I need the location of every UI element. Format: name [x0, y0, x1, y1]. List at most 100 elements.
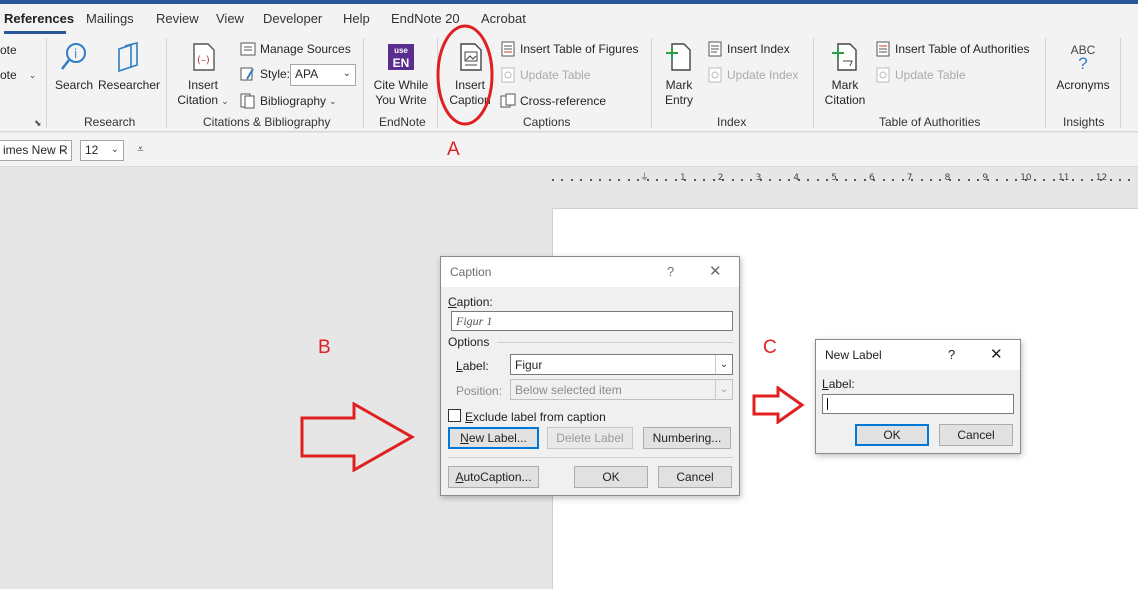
delete-label-button[interactable]: Delete Label	[547, 427, 633, 449]
caption-cancel-button[interactable]: Cancel	[658, 466, 732, 488]
group-label-insights: Insights	[1063, 115, 1105, 129]
manage-sources-icon	[240, 41, 256, 57]
bibliography-icon	[240, 93, 256, 109]
search-label: Search	[54, 78, 94, 92]
ruler-number: 7	[906, 173, 913, 183]
partial-button-top[interactable]: ote	[0, 41, 17, 59]
group-divider	[1045, 38, 1046, 128]
mark-citation-label-1: Mark	[831, 78, 859, 92]
mark-citation-button[interactable]: Mark Citation	[820, 40, 870, 108]
caption-text-input[interactable]: Figur 1	[451, 311, 733, 331]
ruler-tick	[882, 179, 885, 181]
acronyms-button[interactable]: ABC ? Acronyms	[1052, 40, 1114, 93]
manage-sources-label: Manage Sources	[260, 42, 351, 56]
indent-marker-icon[interactable]: ⏚	[640, 170, 649, 183]
ruler-tick	[674, 179, 677, 181]
exclude-label-checkbox[interactable]	[448, 409, 461, 422]
ruler-number: 10	[1020, 173, 1032, 183]
chevron-down-icon: ⌄	[329, 95, 337, 106]
insert-citation-button[interactable]: (–) Insert Citation ⌄	[172, 40, 234, 109]
label-select[interactable]: Figur ⌄	[510, 354, 733, 375]
style-select[interactable]: APA ⌄	[290, 64, 356, 86]
ruler-tick	[1109, 179, 1112, 181]
tab-help[interactable]: Help	[343, 11, 370, 26]
endnote-icon-main: EN	[392, 56, 410, 70]
chevron-down-icon: ⌄	[342, 68, 351, 79]
close-icon[interactable]: ✕	[990, 345, 1003, 363]
update-authorities-table-button[interactable]: Update Table	[875, 66, 966, 84]
font-size-select[interactable]: 12 ⌄	[80, 140, 124, 161]
manage-sources-button[interactable]: Manage Sources	[240, 40, 351, 58]
close-icon[interactable]: ✕	[709, 262, 722, 280]
ruler-tick	[844, 179, 847, 181]
tab-mailings[interactable]: Mailings	[86, 11, 134, 26]
autocaption-button[interactable]: AutoCaption...	[448, 466, 539, 488]
ruler-tick	[693, 179, 696, 181]
ruler-tick	[826, 179, 829, 181]
update-index-button[interactable]: Update Index	[707, 66, 798, 84]
new-label-input[interactable]	[822, 394, 1014, 414]
tab-view[interactable]: View	[216, 11, 244, 26]
options-divider	[497, 342, 733, 343]
dialog-divider	[448, 457, 733, 458]
ruler-tick	[769, 179, 772, 181]
update-table-icon	[500, 67, 516, 83]
ruler-tick	[637, 179, 640, 181]
dialog-launcher-icon[interactable]: ⬊	[34, 118, 42, 129]
tab-references[interactable]: References	[4, 11, 74, 26]
chevron-down-icon: ⌄	[28, 69, 37, 80]
update-table-button[interactable]: Update Table	[500, 66, 591, 84]
ruler-tick	[759, 179, 762, 181]
bibliography-button[interactable]: Bibliography ⌄	[240, 92, 337, 110]
label-field-label: Label:	[456, 359, 489, 373]
insert-index-button[interactable]: Insert Index	[707, 40, 790, 58]
cross-reference-button[interactable]: Cross-reference	[500, 92, 606, 110]
customize-toolbar-icon[interactable]: ⩡	[137, 142, 144, 157]
ruler-tick	[873, 179, 876, 181]
ruler-number: 4	[793, 173, 800, 183]
ruler-tick	[1071, 179, 1074, 181]
insert-table-of-authorities-button[interactable]: Insert Table of Authorities	[875, 40, 1030, 58]
new-label-cancel-button[interactable]: Cancel	[939, 424, 1013, 446]
new-label-dialog: New Label ? ✕ Label: OK Cancel	[815, 339, 1021, 454]
position-select[interactable]: Below selected item ⌄	[510, 379, 733, 400]
tab-developer[interactable]: Developer	[263, 11, 322, 26]
caption-dialog-title: Caption	[450, 265, 492, 279]
ruler-tick	[703, 179, 706, 181]
group-label-authorities: Table of Authorities	[879, 115, 981, 129]
ruler-tick	[655, 179, 658, 181]
cite-while-you-write-button[interactable]: use EN Cite While You Write	[368, 40, 434, 108]
partial-button-bottom[interactable]: ote ⌄	[0, 66, 36, 84]
ruler-tick	[854, 179, 857, 181]
ruler-tick	[977, 179, 980, 181]
ruler-tick	[816, 179, 819, 181]
tab-review[interactable]: Review	[156, 11, 199, 26]
ruler-tick	[589, 179, 592, 181]
caption-ok-button[interactable]: OK	[574, 466, 648, 488]
font-name-select[interactable]: imes New R ⌄	[0, 140, 72, 161]
partial-label-bottom: ote	[0, 68, 17, 82]
help-icon[interactable]: ?	[667, 264, 674, 279]
ruler-tick	[967, 179, 970, 181]
group-divider	[46, 38, 47, 128]
new-label-button[interactable]: New Label...	[448, 427, 539, 449]
ruler-tick	[552, 179, 554, 181]
ruler-tick	[930, 179, 932, 181]
ruler-tick	[892, 179, 895, 181]
update-index-icon	[707, 67, 723, 83]
text-cursor	[827, 398, 828, 410]
insert-table-of-figures-button[interactable]: Insert Table of Figures	[500, 40, 639, 58]
researcher-button[interactable]: Researcher	[98, 40, 160, 93]
mark-entry-button[interactable]: Mark Entry	[656, 40, 702, 108]
search-button[interactable]: i Search	[52, 40, 96, 93]
ruler-tick	[1052, 179, 1055, 181]
ruler-tick	[580, 179, 583, 181]
acronyms-label: Acronyms	[1056, 78, 1110, 92]
insert-citation-label-2: Citation ⌄	[177, 93, 229, 107]
style-icon	[240, 66, 256, 82]
update-index-label: Update Index	[727, 68, 799, 82]
help-icon[interactable]: ?	[948, 347, 955, 362]
numbering-button[interactable]: Numbering...	[643, 427, 731, 449]
ruler-area: 1 2 3 4 5 6 7 8 9 10 11 12 ⏚	[0, 168, 1138, 192]
new-label-ok-button[interactable]: OK	[855, 424, 929, 446]
